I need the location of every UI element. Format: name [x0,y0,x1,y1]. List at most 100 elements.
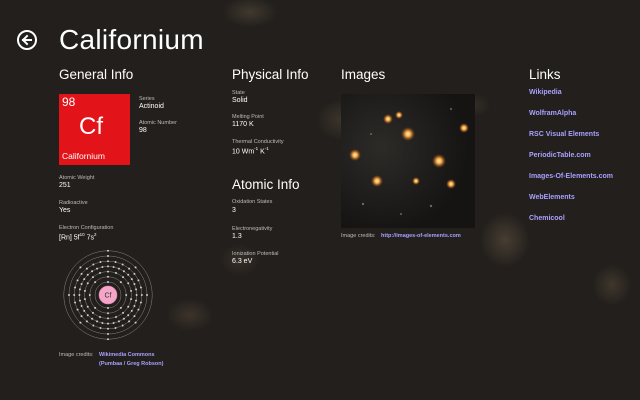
electron [130,289,133,292]
electron [115,315,118,318]
electron [74,286,77,289]
electron [107,312,109,315]
images-heading: Images [341,67,386,82]
oxidation-states-value: 3 [232,207,236,214]
electron [112,265,115,268]
electron-config-label: Electron Configuration [59,225,114,231]
electron [107,255,109,257]
electron [121,324,124,327]
electron [107,250,109,252]
electron [96,320,99,323]
electron [146,294,148,296]
electron [115,272,118,275]
electron [85,267,88,270]
electron [114,261,117,264]
electron [130,309,133,312]
electron [139,286,142,289]
electron [92,263,95,266]
electron [74,301,77,304]
link-images-of-elements[interactable]: Images-Of-Elements.com [529,173,613,180]
electron [107,275,109,278]
electron [117,267,120,270]
element-photo[interactable] [341,94,475,228]
electronegativity-value: 1.3 [232,233,242,240]
series-label: Series [139,96,155,102]
electron [68,294,70,296]
electron [76,308,79,311]
atomic-number-label: Atomic Number [139,120,177,126]
radioactive-label: Radioactive [59,200,88,206]
electron [76,279,79,282]
electron [127,314,130,317]
link-wikipedia[interactable]: Wikipedia [529,89,562,96]
electron [125,294,128,296]
electron [86,305,89,308]
atomic-weight-value: 251 [59,182,71,189]
electron [80,283,83,286]
tile-name: Californium [62,151,105,161]
link-rsc-visual-elements[interactable]: RSC Visual Elements [529,131,599,138]
link-webelements[interactable]: WebElements [529,194,575,201]
electron [139,301,142,304]
electron [91,276,94,279]
electron [135,288,138,291]
oxidation-states-label: Oxidation States [232,199,273,205]
electron [91,317,94,320]
link-periodictable[interactable]: PeriodicTable.com [529,152,591,159]
electron [107,265,109,268]
electron [94,281,97,284]
electron [119,306,122,309]
electron [135,299,138,302]
electron [107,317,109,320]
electron [121,263,124,266]
electron [137,308,140,311]
electron [99,326,102,329]
electron [96,267,99,270]
electron [133,304,136,307]
wikimedia-credit-author[interactable]: (Pumbaa / Greg Robson) [99,361,163,367]
general-credits-label: Image credits: [59,352,94,358]
electron [107,307,109,309]
electron [78,288,81,291]
melting-point-label: Melting Point [232,114,264,120]
electron [83,289,86,292]
back-arrow-icon [21,34,32,46]
electronegativity-label: Electronegativity [232,226,273,232]
link-chemicool[interactable]: Chemicool [529,215,565,222]
melting-point-value: 1170 K [232,121,254,128]
electron [122,311,125,314]
wikimedia-credit-link[interactable]: Wikimedia Commons [99,352,155,358]
electron [79,266,82,269]
electron [128,267,131,270]
electron [107,260,109,263]
electron [107,333,109,335]
link-wolframalpha[interactable]: WolframAlpha [529,110,576,117]
californium-sample-image [349,108,469,215]
electron [78,299,81,302]
electron [128,320,131,323]
electron [107,322,109,325]
electron [112,322,115,325]
electron [122,276,125,279]
electron [94,306,97,309]
state-label: State [232,90,245,96]
electron-config-value: [Rn] 5f10 7s2 [59,232,97,242]
back-button[interactable] [17,30,37,50]
electron [101,265,104,268]
electron [85,320,88,323]
electron [80,304,83,307]
images-credits-label: Image credits: [341,233,376,239]
electron [99,261,102,264]
electron [107,270,109,273]
electron [134,321,137,324]
electron [83,278,86,281]
electron [80,272,83,275]
electron [91,270,94,273]
images-credits-link[interactable]: http://images-of-elements.com [381,233,461,239]
radioactive-value: Yes [59,207,71,214]
physical-info-heading: Physical Info [232,67,309,82]
electron [83,309,86,312]
page-title: Californium [59,24,204,55]
electron [80,315,83,318]
electron [133,272,136,275]
